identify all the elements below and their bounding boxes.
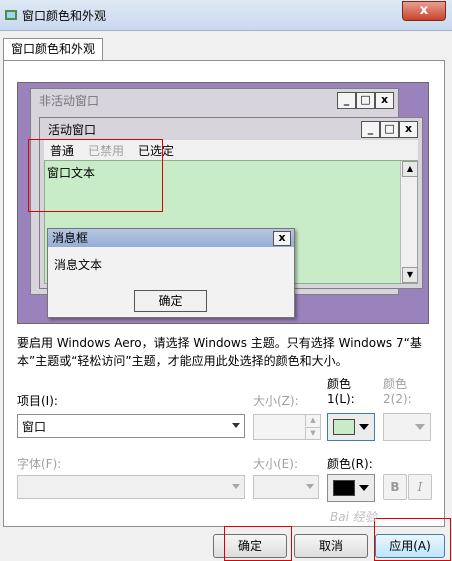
highlight-box-ok — [224, 526, 292, 561]
spin-down-icon: ▼ — [305, 427, 320, 439]
color2-label-line2: 2(2): — [383, 392, 412, 406]
bold-button[interactable]: B — [383, 474, 407, 500]
color1-label-line1: 颜色 — [327, 377, 352, 391]
scroll-up-icon: ▲ — [402, 161, 418, 177]
spin-up-icon: ▲ — [305, 415, 320, 426]
minimize-icon: _ — [337, 92, 356, 109]
tab-window-color[interactable]: 窗口颜色和外观 — [3, 38, 103, 61]
message-text: 消息文本 — [54, 258, 103, 272]
italic-button[interactable]: I — [408, 474, 432, 500]
color1-swatch — [333, 419, 355, 435]
palette-icon — [5, 10, 17, 20]
size1-spinner[interactable]: ▲ ▼ — [253, 414, 321, 440]
highlight-box-menu — [28, 139, 163, 212]
item-select-value: 窗口 — [22, 420, 47, 434]
font-color-picker[interactable] — [327, 474, 375, 502]
highlight-box-apply — [374, 518, 451, 561]
maximize-icon: □ — [356, 92, 375, 109]
font-color-label: 颜色(R): — [327, 457, 373, 471]
chevron-down-icon — [232, 423, 240, 428]
item-select[interactable]: 窗口 — [17, 414, 245, 438]
window-close-button[interactable]: x — [402, 1, 446, 21]
close-icon: x — [273, 231, 291, 246]
message-box: 消息框 x 消息文本 确定 — [47, 228, 295, 318]
aero-description: 要启用 Windows Aero，请选择 Windows 主题。只有选择 Win… — [17, 336, 422, 368]
minimize-icon: _ — [361, 121, 380, 138]
font-label: 字体(F): — [17, 457, 62, 471]
preview-scrollbar: ▲ ▼ — [400, 161, 418, 283]
close-icon: x — [399, 121, 418, 138]
window-title: 窗口颜色和外观 — [22, 9, 107, 23]
font-select[interactable] — [17, 475, 245, 499]
color2-label-line1: 颜色 — [383, 377, 408, 391]
font-color-swatch — [333, 480, 355, 496]
chevron-down-icon — [306, 484, 314, 489]
message-box-title: 消息框 — [48, 229, 294, 247]
size2-label: 大小(E): — [253, 457, 298, 471]
watermark: Bai 经验 — [330, 510, 377, 524]
size2-select[interactable] — [253, 475, 319, 499]
chevron-down-icon — [415, 424, 425, 430]
scroll-down-icon: ▼ — [402, 267, 418, 283]
chevron-down-icon — [232, 484, 240, 489]
maximize-icon: □ — [380, 121, 399, 138]
cancel-button[interactable]: 取消 — [294, 534, 368, 558]
close-icon: x — [375, 92, 394, 109]
size1-label: 大小(Z): — [253, 394, 299, 408]
chevron-down-icon — [359, 485, 369, 491]
title-bar: 窗口颜色和外观 x — [0, 0, 452, 31]
chevron-down-icon — [359, 424, 369, 430]
message-ok-button: 确定 — [134, 290, 207, 312]
item-label: 项目(I): — [17, 394, 58, 408]
color2-picker[interactable] — [383, 413, 431, 441]
color1-picker[interactable] — [327, 413, 375, 441]
color1-label-line2: 1(L): — [327, 392, 355, 406]
